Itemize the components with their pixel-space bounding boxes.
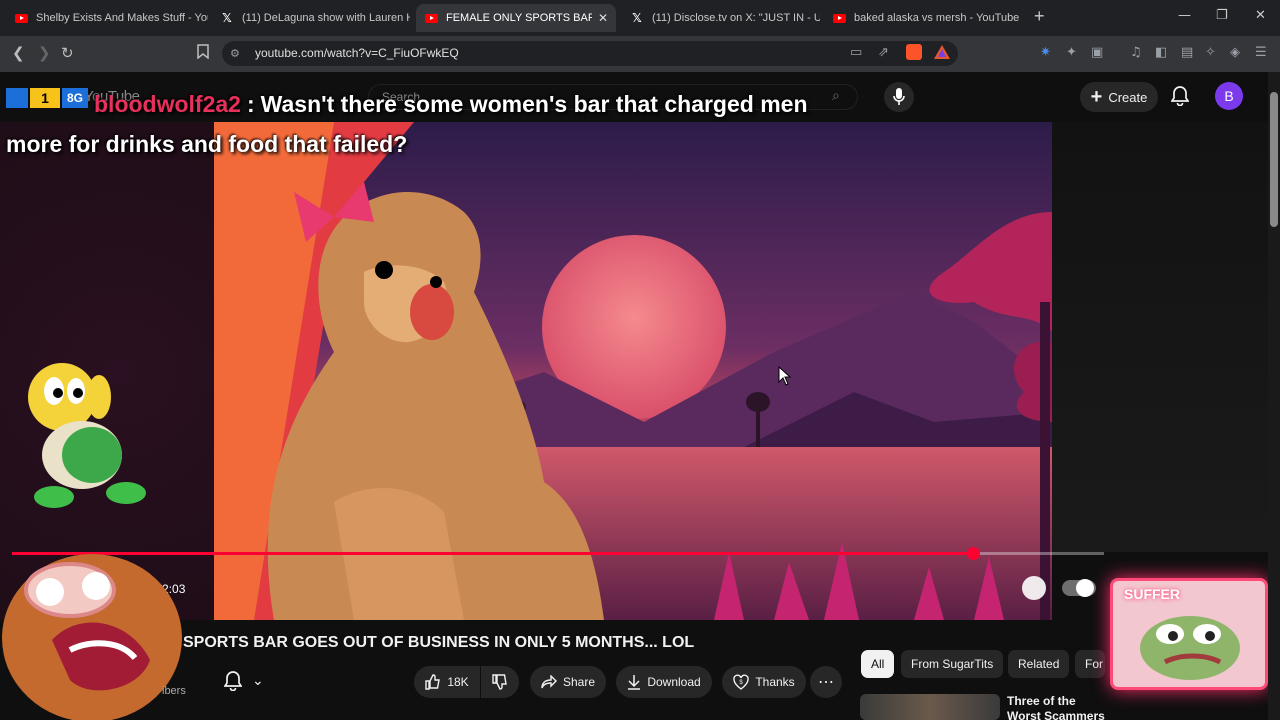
recommended-title[interactable]: Three of the Worst Scammers Ever | H (1007, 694, 1107, 720)
bell-icon[interactable] (223, 671, 243, 696)
download-icon (628, 675, 641, 690)
create-button[interactable]: + Create (1080, 82, 1158, 112)
chevron-down-icon[interactable]: ⌄ (252, 672, 264, 689)
svg-text:$: $ (740, 680, 744, 686)
scrubber-handle[interactable] (966, 547, 980, 560)
forward-icon[interactable]: ❯ (38, 44, 51, 62)
mouse-cursor-icon (778, 366, 792, 386)
chat-username: bloodwolf2a2 (94, 91, 241, 117)
tab-title: baked alaska vs mersh - YouTube (854, 12, 1020, 24)
thanks-icon: $ (733, 674, 750, 690)
tab-title: (11) DeLaguna show with Lauren Hay (242, 12, 410, 24)
play-icon (1076, 579, 1094, 597)
like-button[interactable]: 18K (414, 666, 480, 698)
share-label: Share (562, 675, 596, 689)
chip-for-you[interactable]: For (1075, 650, 1105, 678)
share-icon (541, 675, 557, 689)
sidebar-icon[interactable]: ◧ (1155, 45, 1167, 60)
cast-icon[interactable]: ▭ (850, 45, 862, 60)
recommended-thumbnail[interactable] (860, 694, 1000, 720)
pepe-frog-image (1140, 616, 1240, 680)
secondary-panel (1052, 122, 1280, 552)
browser-tab[interactable]: Shelby Exists And Makes Stuff - YouT (8, 4, 208, 32)
browser-tab[interactable]: baked alaska vs mersh - YouTube (826, 4, 1022, 32)
brave-rewards-icon[interactable] (934, 45, 950, 64)
more-actions-icon[interactable]: ⋯ (810, 666, 842, 698)
suffer-label: SUFFER (1124, 586, 1180, 602)
microphone-icon (893, 88, 905, 105)
plus-icon: + (1090, 85, 1103, 108)
back-icon[interactable]: ❮ (12, 44, 25, 62)
vpn-icon[interactable]: ✷ (1040, 45, 1051, 60)
thumbs-down-icon (492, 674, 507, 690)
thanks-label: Thanks (755, 675, 795, 689)
screenshot-icon[interactable]: ▣ (1091, 45, 1103, 60)
new-tab-button[interactable]: + (1034, 6, 1045, 27)
chat-message: bloodwolf2a2: Wasn't there some women's b… (6, 84, 866, 164)
leo-ai-icon[interactable]: ✧ (1205, 45, 1216, 60)
brave-shield-icon[interactable] (906, 44, 922, 60)
share-button[interactable]: Share (530, 666, 606, 698)
browser-tab-active[interactable]: FEMALE ONLY SPORTS BAR GOE ✕ (416, 4, 616, 32)
bookmark-icon[interactable] (197, 44, 209, 63)
wallet-icon[interactable]: ▤ (1181, 45, 1193, 60)
reload-icon[interactable]: ↻ (61, 44, 74, 62)
extensions-icon[interactable]: ✦ (1066, 45, 1077, 60)
dislike-button[interactable] (481, 666, 519, 698)
x-icon: 𝕏 (222, 11, 232, 25)
potato-face-overlay (2, 554, 182, 720)
video-frame[interactable] (214, 122, 1052, 620)
site-info-icon[interactable]: ⚙ (230, 47, 240, 60)
youtube-icon (424, 11, 438, 25)
close-window-icon[interactable]: ✕ (1255, 8, 1266, 23)
ad-shield-icon[interactable] (1022, 576, 1046, 600)
x-icon: 𝕏 (632, 11, 642, 25)
media-icon[interactable]: ♫ (1130, 45, 1142, 60)
voice-search-button[interactable] (884, 82, 914, 112)
autoplay-toggle[interactable] (1062, 579, 1096, 597)
url-text[interactable]: youtube.com/watch?v=C_FiuOFwkEQ (255, 46, 459, 60)
thumbs-up-icon (425, 674, 441, 690)
tab-title: FEMALE ONLY SPORTS BAR GOE (446, 12, 592, 24)
download-label: Download (647, 675, 701, 689)
browser-tab[interactable]: 𝕏 (11) Disclose.tv on X: "JUST IN - UK n (624, 4, 820, 32)
close-tab-icon[interactable]: ✕ (598, 11, 608, 25)
notifications-icon[interactable] (1170, 86, 1190, 111)
vpn-shield-icon[interactable]: ◈ (1230, 45, 1240, 60)
youtube-icon (14, 11, 28, 25)
tab-title: Shelby Exists And Makes Stuff - YouT (36, 12, 208, 24)
share-page-icon[interactable]: ⇗ (878, 45, 889, 60)
avatar[interactable]: B (1215, 82, 1243, 110)
create-label: Create (1108, 89, 1148, 105)
tab-title: (11) Disclose.tv on X: "JUST IN - UK n (652, 12, 820, 24)
thanks-button[interactable]: $ Thanks (722, 666, 806, 698)
youtube-icon (832, 11, 846, 25)
koopa-overlay (28, 363, 146, 508)
chip-all[interactable]: All (861, 650, 895, 678)
video-title: SPORTS BAR GOES OUT OF BUSINESS IN ONLY … (183, 634, 695, 651)
scrollbar-thumb[interactable] (1270, 92, 1278, 227)
chip-from-channel[interactable]: From SugarTits (901, 650, 1004, 678)
restore-icon[interactable]: ❐ (1216, 8, 1228, 23)
chip-related[interactable]: Related (1008, 650, 1070, 678)
browser-tab[interactable]: 𝕏 (11) DeLaguna show with Lauren Hay (214, 4, 410, 32)
like-count: 18K (447, 675, 469, 689)
chat-separator: : (246, 91, 255, 117)
minimize-icon[interactable]: — (1178, 8, 1191, 23)
menu-icon[interactable]: ☰ (1255, 45, 1267, 60)
subscriber-count: ibers (162, 685, 186, 697)
download-button[interactable]: Download (616, 666, 712, 698)
